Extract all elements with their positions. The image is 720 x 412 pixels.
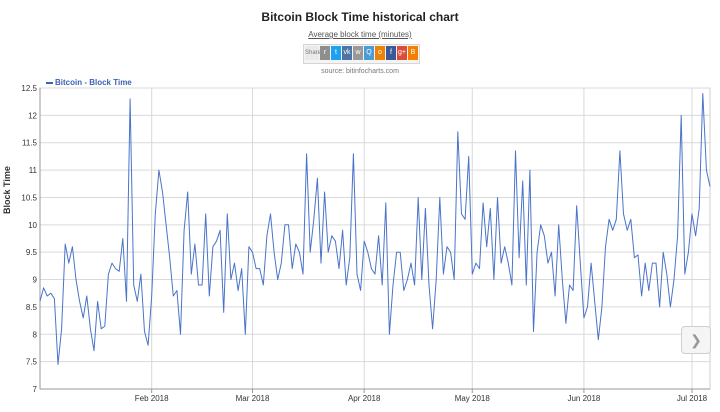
- x-tick-label: Jul 2018: [677, 394, 708, 403]
- next-arrow-button[interactable]: ❯: [681, 326, 711, 354]
- x-tick-label: Jun 2018: [567, 394, 600, 403]
- x-tick-label: May 2018: [455, 394, 491, 403]
- y-tick-label: 7.5: [26, 358, 38, 367]
- y-tick-label: 8: [33, 330, 38, 339]
- legend-swatch: [46, 81, 53, 84]
- chart-legend[interactable]: Bitcoin - Block Time: [46, 78, 132, 87]
- y-tick-label: 11.5: [22, 139, 38, 148]
- x-tick-label: Feb 2018: [135, 394, 169, 403]
- chart-canvas: 7 7.5 8 8.5 9 9.5 10 10.5 11 11.5 12 12.5 Feb 2018 Ma…: [21, 84, 711, 403]
- y-tick-label: 11: [29, 166, 38, 175]
- y-tick-label: 8.5: [26, 303, 38, 312]
- y-tick-label: 10: [28, 221, 37, 230]
- y-axis-label: Block Time: [2, 166, 12, 214]
- y-tick-label: 12.5: [21, 84, 37, 93]
- y-tick-label: 9.5: [26, 248, 38, 257]
- y-tick-label: 7: [33, 385, 38, 394]
- x-tick-label: Apr 2018: [348, 394, 381, 403]
- legend-label: Bitcoin - Block Time: [55, 78, 132, 87]
- plot-area: [39, 87, 711, 390]
- y-tick-label: 10.5: [21, 193, 37, 202]
- y-tick-label: 12: [28, 111, 37, 120]
- x-tick-label: Mar 2018: [236, 394, 270, 403]
- y-tick-label: 9: [33, 276, 38, 285]
